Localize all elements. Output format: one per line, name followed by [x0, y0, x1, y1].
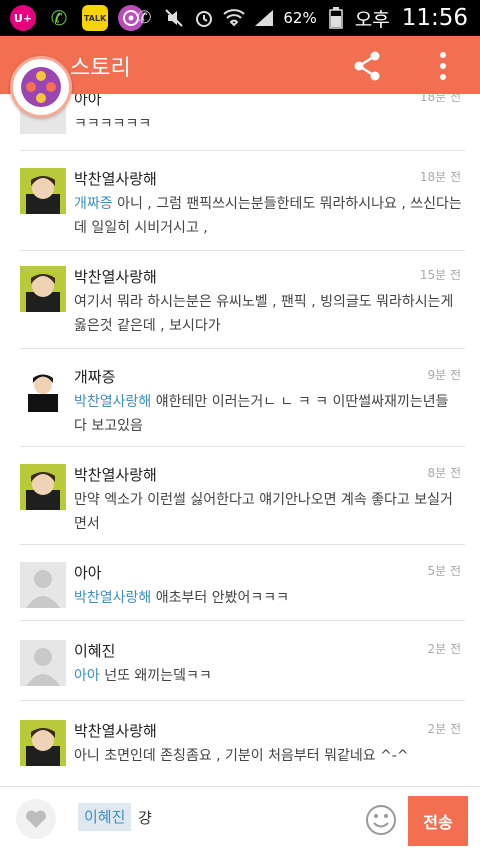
comment-input[interactable]: 걍 — [138, 807, 152, 828]
avatar[interactable] — [20, 640, 66, 686]
divider — [20, 150, 465, 151]
comment-item: 이혜진 2분 전 아아 넌또 왜끼는뎈ㅋㅋ — [20, 640, 465, 700]
comment-text: 개짜증 아니 , 그럼 팬픽쓰시는분들한테도 뭐라하시나요 , 쓰신다는데 일일… — [74, 196, 462, 236]
kakaotalk-icon: TALK — [82, 5, 108, 31]
mention-tag[interactable]: 이혜진 — [78, 803, 132, 831]
comment-text: 여기서 뭐라 하시는분은 유씨노벨 , 팬픽 , 빙의글도 뭐라하시는게 옳은것… — [74, 294, 454, 334]
comment-author[interactable]: 박찬열사랑해 — [74, 168, 157, 189]
send-button[interactable]: 전송 — [408, 796, 468, 846]
comment-time: 15분 전 — [419, 268, 461, 282]
kakaostory-logo-back-button[interactable] — [10, 56, 72, 118]
comment-time: 2분 전 — [427, 642, 461, 656]
wifi-icon — [223, 7, 246, 29]
comment-text: 만약 엑소가 이런썰 싫어한다고 얘기안나오면 계속 좋다고 보실거면서 — [74, 492, 453, 532]
comment-text: 아니 초면인데 존칭좀요 , 기분이 처음부터 뭐같네요 ^-^ — [74, 748, 409, 764]
comment-author[interactable]: 박찬열사랑해 — [74, 464, 157, 485]
divider — [20, 446, 465, 447]
avatar[interactable] — [20, 464, 66, 510]
comment-time: 18분 전 — [419, 94, 461, 104]
more-options-icon[interactable] — [428, 49, 458, 83]
comment-item: 박찬열사랑해 15분 전 여기서 뭐라 하시는분은 유씨노벨 , 팬픽 , 빙의… — [20, 266, 465, 346]
comment-item: 개짜증 9분 전 박찬열사랑해 얘한테만 이러는거ㄴ ㄴ ㅋ ㅋ 이딴썰싸재끼는… — [20, 366, 465, 446]
comment-author[interactable]: 아아 — [74, 562, 102, 583]
status-bar: U+ ✆ TALK ✆ 62% 오후 11:56 — [0, 0, 480, 36]
mention-link[interactable]: 아아 — [74, 668, 100, 684]
uplus-app-icon: U+ — [10, 5, 36, 31]
comment-input-bar: 이혜진 걍 전송 — [0, 786, 480, 853]
battery-percent: 62% — [283, 9, 317, 27]
comment-author[interactable]: 박찬열사랑해 — [74, 266, 157, 287]
comment-time: 5분 전 — [427, 564, 461, 578]
comment-time: 18분 전 — [419, 170, 461, 184]
emoticon-icon[interactable] — [364, 803, 398, 837]
comment-list[interactable]: 아아 18분 전 ㅋㅋㅋㅋㅋㅋ 박찬열사랑해 18분 전 개짜증 아니 , 그럼… — [0, 94, 480, 786]
mention-link[interactable]: 박찬열사랑해 — [74, 394, 151, 410]
comment-item: 박찬열사랑해 18분 전 개짜증 아니 , 그럼 팬픽쓰시는분들한테도 뭐라하시… — [20, 168, 465, 248]
comment-author[interactable]: 이혜진 — [74, 640, 115, 661]
divider — [20, 700, 465, 701]
avatar[interactable] — [20, 562, 66, 608]
app-bar: 스토리 — [0, 36, 480, 94]
mention-link[interactable]: 박찬열사랑해 — [74, 590, 151, 606]
story-logo-icon — [21, 67, 61, 107]
system-icons: ✆ 62% 오후 11:56 — [133, 0, 468, 36]
divider — [20, 620, 465, 621]
comment-text: ㅋㅋㅋㅋㅋㅋ — [74, 116, 152, 132]
divider — [20, 250, 465, 251]
app-title: 스토리 — [70, 56, 131, 81]
comment-time: 8분 전 — [427, 466, 461, 480]
avatar[interactable] — [20, 720, 66, 766]
heart-icon — [26, 810, 46, 828]
clock-time: 11:56 — [401, 5, 468, 31]
phone-icon: ✆ — [50, 6, 68, 30]
comment-item: 아아 18분 전 ㅋㅋㅋㅋㅋㅋ — [20, 94, 465, 138]
avatar[interactable] — [20, 168, 66, 214]
divider — [20, 348, 465, 349]
comment-author[interactable]: 아아 — [74, 94, 102, 109]
comment-time: 9분 전 — [427, 368, 461, 382]
notification-icons: U+ ✆ TALK — [10, 5, 144, 31]
avatar[interactable] — [20, 266, 66, 312]
divider — [20, 544, 465, 545]
comment-text: 박찬열사랑해 얘한테만 이러는거ㄴ ㄴ ㅋ ㅋ 이딴썰싸재끼는년들 다 보고있음 — [74, 394, 449, 434]
like-button[interactable] — [16, 799, 56, 839]
alarm-icon — [193, 7, 215, 29]
comment-text: 박찬열사랑해 애초부터 안봤어ㅋㅋㅋ — [74, 590, 289, 606]
comment-time: 2분 전 — [427, 722, 461, 736]
signal-icon — [253, 7, 275, 29]
comment-item: 박찬열사랑해 8분 전 만약 엑소가 이런썰 싫어한다고 얘기안나오면 계속 좋… — [20, 464, 465, 544]
clock-ampm: 오후 — [354, 8, 390, 31]
comment-item: 아아 5분 전 박찬열사랑해 애초부터 안봤어ㅋㅋㅋ — [20, 562, 465, 622]
call-icon: ✆ — [137, 8, 152, 28]
comment-item: 박찬열사랑해 2분 전 아니 초면인데 존칭좀요 , 기분이 처음부터 뭐같네요… — [20, 720, 465, 780]
mute-icon — [163, 7, 185, 29]
comment-text: 아아 넌또 왜끼는뎈ㅋㅋ — [74, 668, 212, 684]
share-icon[interactable] — [350, 49, 384, 83]
comment-author[interactable]: 개짜증 — [74, 366, 115, 387]
battery-icon — [325, 7, 347, 29]
avatar[interactable] — [20, 366, 66, 412]
comment-author[interactable]: 박찬열사랑해 — [74, 720, 157, 741]
mention-link[interactable]: 개짜증 — [74, 196, 113, 212]
